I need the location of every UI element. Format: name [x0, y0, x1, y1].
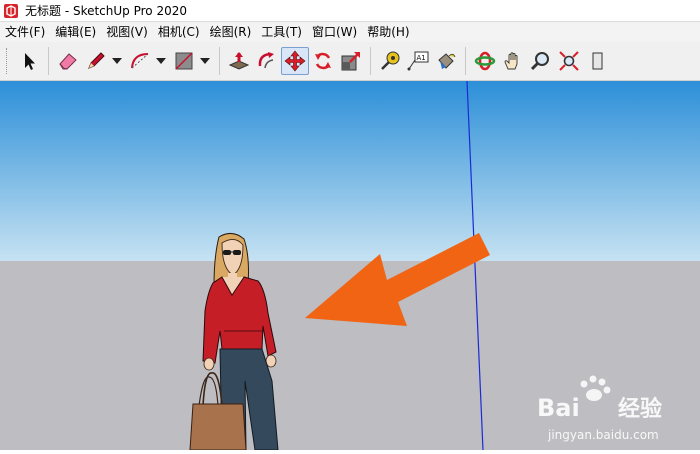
follow-me-icon [258, 52, 274, 69]
chevron-down-icon [200, 58, 210, 64]
pan-icon [504, 52, 518, 70]
menu-edit[interactable]: 编辑(E) [50, 22, 101, 42]
arc-tool-dropdown[interactable] [154, 47, 168, 75]
rectangle-tool-dropdown[interactable] [198, 47, 212, 75]
eraser-tool-button[interactable] [54, 47, 82, 75]
toolbar-grip[interactable] [6, 48, 9, 74]
model-viewport[interactable]: Bai 经验 jingyan.baidu.com [0, 80, 700, 451]
move-icon [284, 50, 306, 72]
tape-measure-tool-button[interactable] [376, 47, 404, 75]
rectangle-tool-button[interactable] [170, 47, 198, 75]
select-icon [25, 53, 35, 70]
menu-tools[interactable]: 工具(T) [256, 22, 307, 42]
zoom-tool-button[interactable] [527, 47, 555, 75]
menu-bar: 文件(F) 编辑(E) 视图(V) 相机(C) 绘图(R) 工具(T) 窗口(W… [0, 22, 700, 42]
zoom-extents-icon [559, 51, 579, 71]
move-tool-button[interactable] [281, 47, 309, 75]
arc-icon [131, 53, 149, 69]
watermark-logo-suffix: 经验 [618, 396, 662, 422]
main-toolbar: A1 [0, 42, 700, 81]
sketchup-logo-icon [4, 3, 18, 18]
paint-bucket-tool-button[interactable] [432, 47, 460, 75]
menu-file[interactable]: 文件(F) [0, 22, 50, 42]
rectangle-icon [175, 52, 193, 70]
watermark-url: jingyan.baidu.com [547, 428, 659, 442]
arc-tool-button[interactable] [126, 47, 154, 75]
eraser-icon [59, 53, 77, 70]
pencil-tool-dropdown[interactable] [110, 47, 124, 75]
title-bar: 无标题 - SketchUp Pro 2020 [0, 0, 700, 22]
zoom-extents-tool-button[interactable] [555, 47, 583, 75]
menu-camera[interactable]: 相机(C) [153, 22, 205, 42]
paint-bucket-icon [438, 53, 456, 69]
toolbar-separator [370, 47, 371, 75]
orbit-tool-button[interactable] [471, 47, 499, 75]
push-pull-icon [228, 52, 250, 70]
more-tools-button[interactable] [583, 47, 611, 75]
toolbar-separator [465, 47, 466, 75]
chevron-down-icon [112, 58, 122, 64]
pencil-tool-button[interactable] [82, 47, 110, 75]
follow-me-tool-button[interactable] [253, 47, 281, 75]
menu-view[interactable]: 视图(V) [101, 22, 153, 42]
svg-text:A1: A1 [417, 54, 426, 62]
chevron-down-icon [156, 58, 166, 64]
orbit-icon [474, 51, 496, 71]
scale-tool-button[interactable] [337, 47, 365, 75]
text-icon: A1 [407, 51, 429, 71]
rotate-icon [315, 52, 331, 70]
pencil-icon [88, 52, 105, 69]
sky [0, 81, 700, 261]
scale-icon [341, 52, 360, 71]
watermark-logo-text: Bai [537, 394, 580, 422]
menu-window[interactable]: 窗口(W) [307, 22, 362, 42]
zoom-icon [530, 52, 549, 71]
window-title: 无标题 - SketchUp Pro 2020 [25, 4, 187, 18]
tape-measure-icon [381, 51, 400, 70]
toolbar-separator [48, 47, 49, 75]
select-tool-button[interactable] [15, 47, 43, 75]
menu-draw[interactable]: 绘图(R) [205, 22, 257, 42]
push-pull-tool-button[interactable] [225, 47, 253, 75]
toolbar-separator [219, 47, 220, 75]
viewport-canvas[interactable]: Bai 经验 jingyan.baidu.com [0, 80, 700, 451]
pan-tool-button[interactable] [499, 47, 527, 75]
rotate-tool-button[interactable] [309, 47, 337, 75]
menu-help[interactable]: 帮助(H) [362, 22, 414, 42]
text-tool-button[interactable]: A1 [404, 47, 432, 75]
more-tools-icon [592, 52, 603, 70]
